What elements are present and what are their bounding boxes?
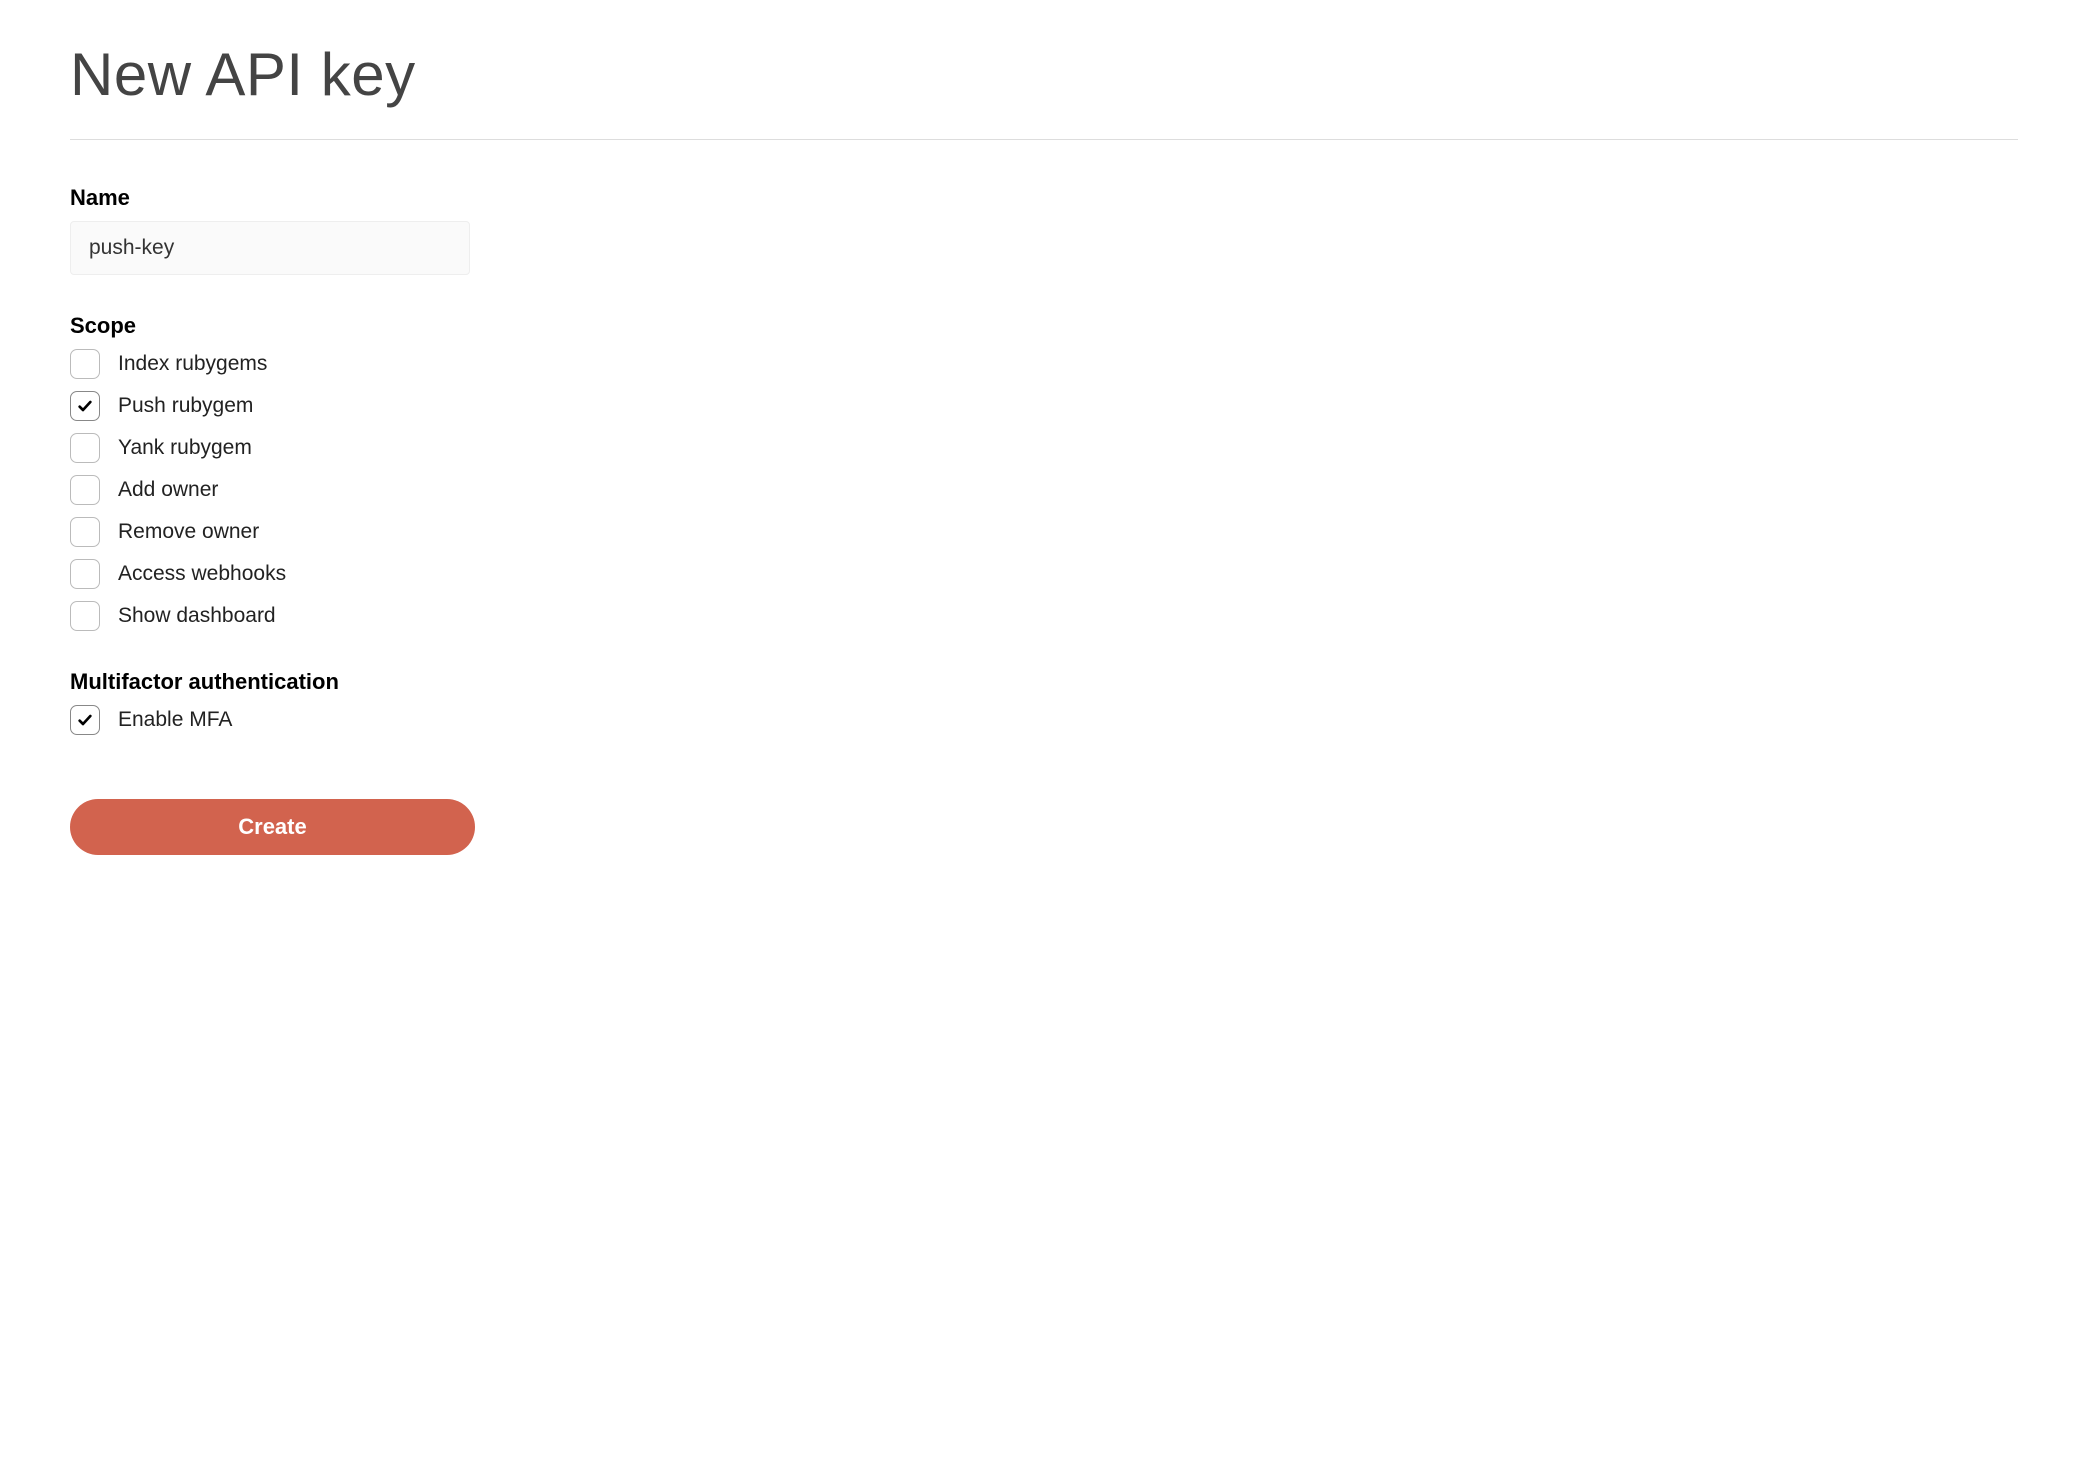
mfa-label: Multifactor authentication	[70, 669, 2018, 695]
checkbox-push-rubygem[interactable]	[70, 391, 100, 421]
scope-checkbox-list: Index rubygems Push rubygem Yank rubygem Ad…	[70, 349, 2018, 631]
name-section: Name	[70, 185, 2018, 275]
scope-section: Scope Index rubygems Push rubygem Yank rub…	[70, 313, 2018, 631]
checkbox-label-show-dashboard[interactable]: Show dashboard	[118, 604, 276, 628]
checkbox-enable-mfa[interactable]	[70, 705, 100, 735]
checkbox-index-rubygems[interactable]	[70, 349, 100, 379]
checkbox-row-access-webhooks: Access webhooks	[70, 559, 2018, 589]
checkbox-row-push-rubygem: Push rubygem	[70, 391, 2018, 421]
checkbox-remove-owner[interactable]	[70, 517, 100, 547]
checkbox-row-remove-owner: Remove owner	[70, 517, 2018, 547]
checkbox-label-index-rubygems[interactable]: Index rubygems	[118, 352, 267, 376]
checkbox-label-yank-rubygem[interactable]: Yank rubygem	[118, 436, 252, 460]
checkbox-show-dashboard[interactable]	[70, 601, 100, 631]
page-title: New API key	[70, 40, 2018, 109]
divider	[70, 139, 2018, 140]
scope-label: Scope	[70, 313, 2018, 339]
name-label: Name	[70, 185, 2018, 211]
checkbox-row-index-rubygems: Index rubygems	[70, 349, 2018, 379]
checkbox-row-show-dashboard: Show dashboard	[70, 601, 2018, 631]
checkbox-label-remove-owner[interactable]: Remove owner	[118, 520, 259, 544]
mfa-section: Multifactor authentication Enable MFA	[70, 669, 2018, 735]
checkbox-row-add-owner: Add owner	[70, 475, 2018, 505]
checkbox-label-enable-mfa[interactable]: Enable MFA	[118, 708, 232, 732]
checkbox-yank-rubygem[interactable]	[70, 433, 100, 463]
checkbox-label-add-owner[interactable]: Add owner	[118, 478, 218, 502]
checkbox-label-access-webhooks[interactable]: Access webhooks	[118, 562, 286, 586]
name-input[interactable]	[70, 221, 470, 275]
checkbox-row-yank-rubygem: Yank rubygem	[70, 433, 2018, 463]
checkbox-add-owner[interactable]	[70, 475, 100, 505]
mfa-checkbox-list: Enable MFA	[70, 705, 2018, 735]
checkbox-label-push-rubygem[interactable]: Push rubygem	[118, 394, 253, 418]
checkbox-access-webhooks[interactable]	[70, 559, 100, 589]
checkbox-row-enable-mfa: Enable MFA	[70, 705, 2018, 735]
create-button[interactable]: Create	[70, 799, 475, 855]
